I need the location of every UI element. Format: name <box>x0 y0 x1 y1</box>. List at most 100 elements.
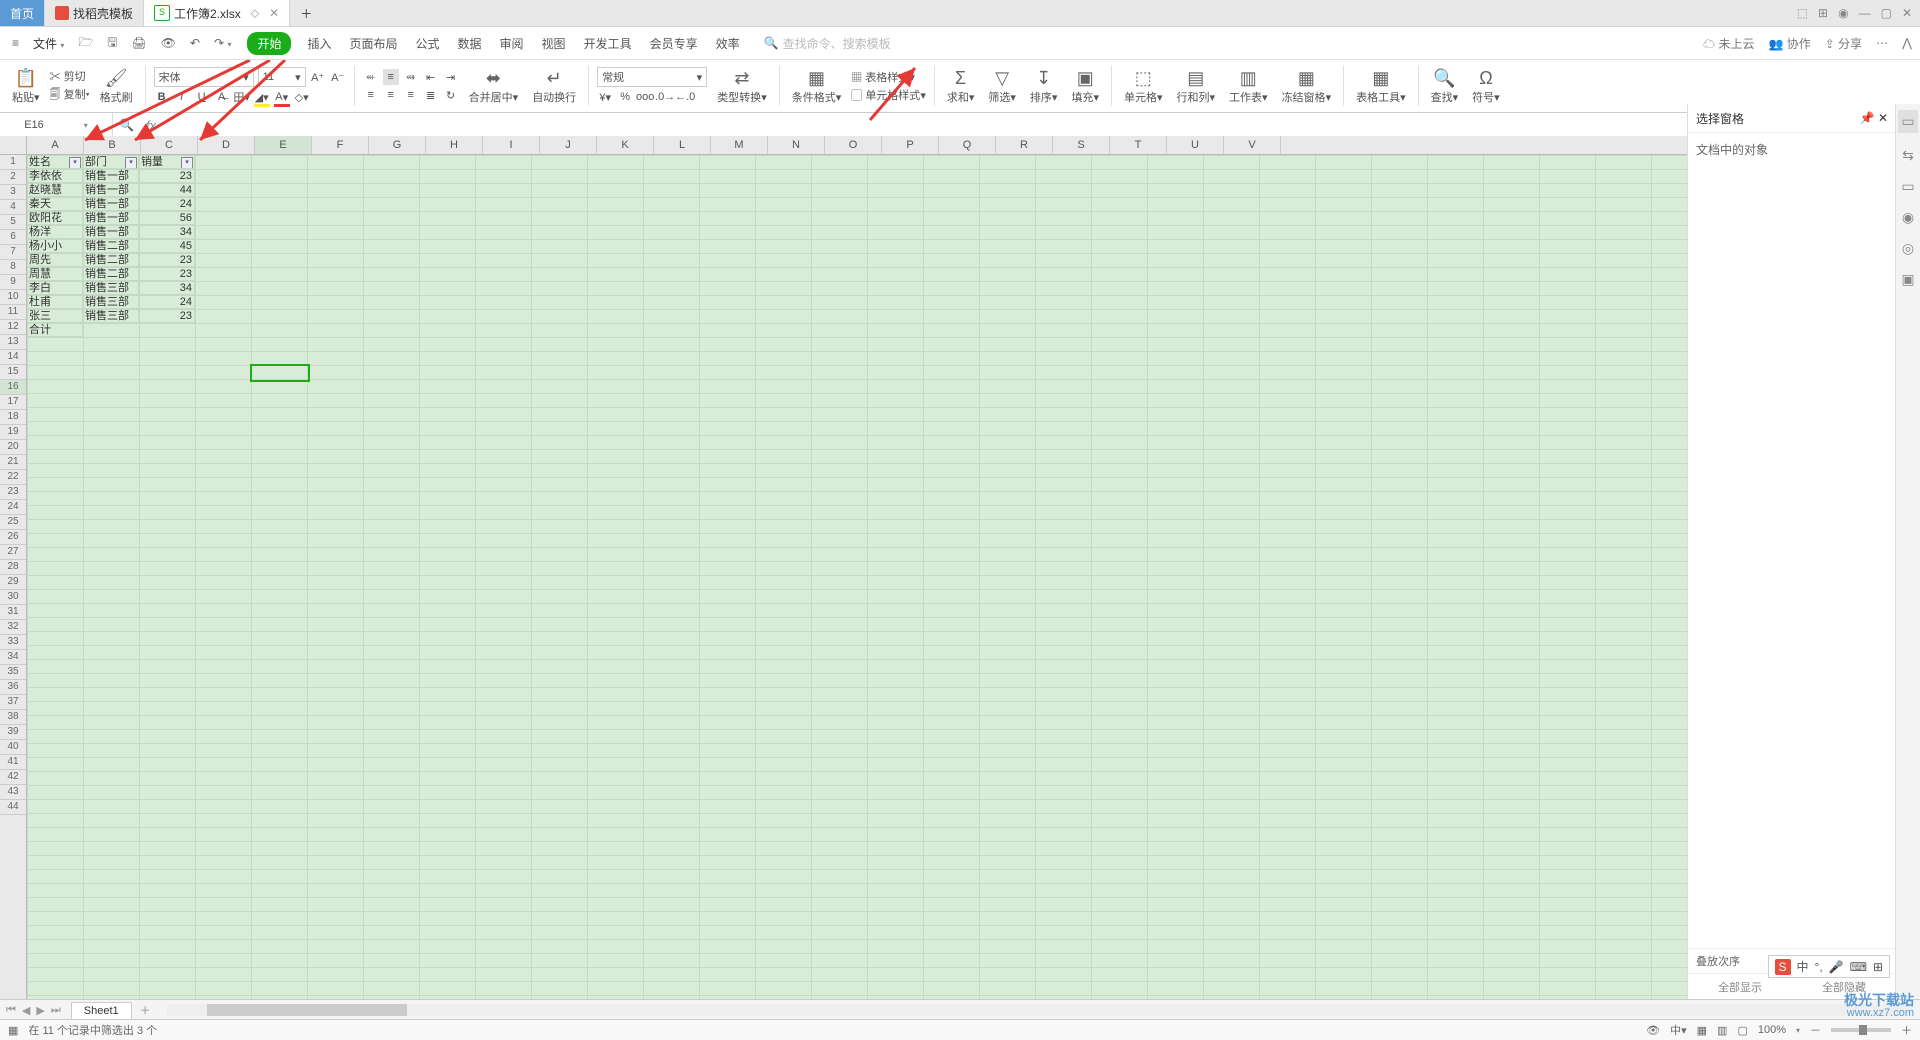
maximize-icon[interactable]: ▢ <box>1881 6 1892 20</box>
align-right-icon[interactable]: ≡ <box>403 87 419 103</box>
cells-area[interactable]: 姓名▾部门▾销量▾李依依销售一部23赵晓慧销售一部44秦天销售一部24欧阳花销售… <box>27 155 1688 1000</box>
row-header[interactable]: 5 <box>0 215 26 230</box>
row-header[interactable]: 36 <box>0 680 26 695</box>
col-header[interactable]: P <box>882 136 939 154</box>
row-header[interactable]: 43 <box>0 785 26 800</box>
cell[interactable]: 李依依 <box>27 169 83 183</box>
lang-icon[interactable]: 中▾ <box>1670 1022 1687 1038</box>
ribbon-tab-3[interactable]: 公式 <box>414 32 442 55</box>
ribbon-tab-2[interactable]: 页面布局 <box>347 32 399 55</box>
cut-button[interactable]: ✂ 剪切 <box>50 68 86 84</box>
cell[interactable]: 销售三部 <box>83 309 139 323</box>
row-header[interactable]: 11 <box>0 305 26 320</box>
cell[interactable]: 56 <box>139 211 195 225</box>
row-header[interactable]: 41 <box>0 755 26 770</box>
cell[interactable]: 45 <box>139 239 195 253</box>
col-header[interactable]: A <box>27 136 84 154</box>
col-header[interactable]: K <box>597 136 654 154</box>
row-header[interactable]: 39 <box>0 725 26 740</box>
cell[interactable]: 杨洋 <box>27 225 83 239</box>
col-header[interactable]: S <box>1053 136 1110 154</box>
minimize-icon[interactable]: — <box>1859 6 1871 20</box>
row-header[interactable]: 2 <box>0 170 26 185</box>
align-left-icon[interactable]: ≡ <box>363 87 379 103</box>
col-header[interactable]: H <box>426 136 483 154</box>
select-tool-icon[interactable]: ▭ <box>1898 110 1917 133</box>
tool2-icon[interactable]: ⇆ <box>1902 147 1914 164</box>
ime-lang[interactable]: 中 <box>1797 958 1809 975</box>
dec-inc-icon[interactable]: .0→ <box>657 89 673 105</box>
qat-preview-icon[interactable]: 👁 <box>157 34 180 52</box>
row-header[interactable]: 6 <box>0 230 26 245</box>
row-header[interactable]: 12 <box>0 320 26 335</box>
grow-font-icon[interactable]: A⁺ <box>310 69 326 85</box>
fill-color-icon[interactable]: ◢▾ <box>254 89 270 105</box>
cell[interactable]: 销量▾ <box>139 155 195 169</box>
row-header[interactable]: 1 <box>0 155 26 170</box>
paste-button[interactable]: 📋粘贴▾ <box>6 67 46 105</box>
freeze-button[interactable]: ▦冻结窗格▾ <box>1276 67 1338 105</box>
cell[interactable]: 销售二部 <box>83 239 139 253</box>
zoom-in-icon[interactable]: ＋ <box>1901 1022 1912 1038</box>
ime-kb-icon[interactable]: ⌨ <box>1850 960 1867 974</box>
ribbon-tab-5[interactable]: 审阅 <box>498 32 526 55</box>
zoom-slider[interactable] <box>1831 1028 1891 1032</box>
col-header[interactable]: E <box>255 136 312 154</box>
sum-button[interactable]: Σ求和▾ <box>941 67 981 105</box>
row-header[interactable]: 33 <box>0 635 26 650</box>
row-header[interactable]: 18 <box>0 410 26 425</box>
font-size[interactable]: 11▾ <box>258 67 306 87</box>
cell[interactable]: 欧阳花 <box>27 211 83 225</box>
cell[interactable]: 34 <box>139 281 195 295</box>
align-center-icon[interactable]: ≡ <box>383 87 399 103</box>
sheet-last-icon[interactable]: ⏭ <box>51 1004 61 1017</box>
row-header[interactable]: 19 <box>0 425 26 440</box>
filter-toggle[interactable]: ▾ <box>69 157 81 169</box>
menu-icon[interactable]: ≡ <box>8 34 23 52</box>
close-icon[interactable]: ✕ <box>269 6 279 20</box>
col-header[interactable]: G <box>369 136 426 154</box>
row-header[interactable]: 15 <box>0 365 26 380</box>
merge-button[interactable]: ⬌合并居中▾ <box>463 67 525 105</box>
copy-button[interactable]: 🗐 复制▾ <box>50 86 90 105</box>
row-header[interactable]: 3 <box>0 185 26 200</box>
cell[interactable]: 24 <box>139 295 195 309</box>
filter-toggle[interactable]: ▾ <box>125 157 137 169</box>
qat-redo-icon[interactable]: ↷ ▾ <box>210 34 235 52</box>
underline-icon[interactable]: U <box>194 89 210 105</box>
orientation-icon[interactable]: ↻ <box>443 87 459 103</box>
cell[interactable]: 销售三部 <box>83 281 139 295</box>
cell[interactable]: 44 <box>139 183 195 197</box>
cell[interactable]: 23 <box>139 253 195 267</box>
ime-mic-icon[interactable]: 🎤 <box>1829 960 1844 974</box>
col-header[interactable]: B <box>84 136 141 154</box>
percent-icon[interactable]: % <box>617 89 633 105</box>
ribbon-tab-4[interactable]: 数据 <box>456 32 484 55</box>
row-header[interactable]: 23 <box>0 485 26 500</box>
zoom-label[interactable]: 100% <box>1758 1024 1786 1036</box>
view3-icon[interactable]: ▢ <box>1737 1024 1747 1037</box>
row-header[interactable]: 21 <box>0 455 26 470</box>
cell[interactable]: 姓名▾ <box>27 155 83 169</box>
row-header[interactable]: 26 <box>0 530 26 545</box>
ime-punct-icon[interactable]: °, <box>1815 960 1823 974</box>
sheet-first-icon[interactable]: ⏮ <box>6 1004 16 1017</box>
col-header[interactable]: D <box>198 136 255 154</box>
row-header[interactable]: 34 <box>0 650 26 665</box>
row-header[interactable]: 20 <box>0 440 26 455</box>
row-header[interactable]: 17 <box>0 395 26 410</box>
col-header[interactable]: I <box>483 136 540 154</box>
row-header[interactable]: 9 <box>0 275 26 290</box>
cell[interactable]: 34 <box>139 225 195 239</box>
indent-inc-icon[interactable]: ⇥ <box>443 69 459 85</box>
row-header[interactable]: 22 <box>0 470 26 485</box>
sheet-button[interactable]: ▥工作表▾ <box>1223 67 1274 105</box>
col-header[interactable]: R <box>996 136 1053 154</box>
tool4-icon[interactable]: ◉ <box>1902 209 1914 226</box>
file-menu[interactable]: 文件 ▾ <box>29 33 68 54</box>
col-header[interactable]: M <box>711 136 768 154</box>
col-header[interactable]: T <box>1110 136 1167 154</box>
shrink-font-icon[interactable]: A⁻ <box>330 69 346 85</box>
add-sheet-icon[interactable]: ＋ <box>132 1002 159 1018</box>
select-all[interactable] <box>0 136 27 154</box>
